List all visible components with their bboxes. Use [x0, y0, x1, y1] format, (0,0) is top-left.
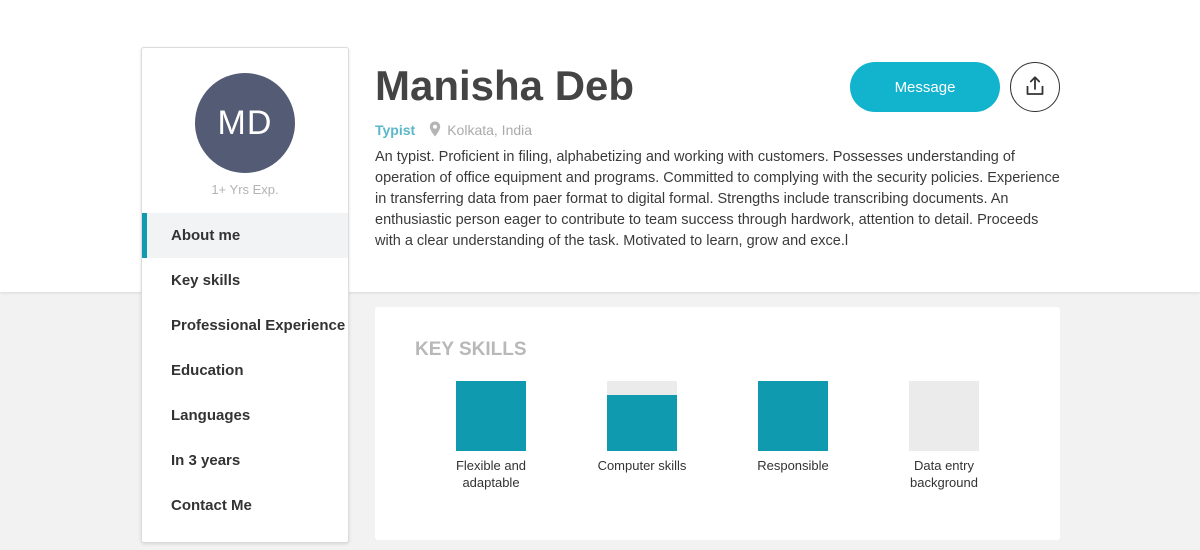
- profile-role: Typist: [375, 122, 416, 138]
- message-button[interactable]: Message: [850, 62, 1000, 112]
- experience-label: 1+ Yrs Exp.: [211, 182, 279, 197]
- sidebar-item-education[interactable]: Education: [142, 348, 348, 393]
- skill-label: Flexible and adaptable: [455, 458, 527, 490]
- sidebar-item-label: Key skills: [171, 272, 241, 289]
- sidebar-item-label: Languages: [171, 407, 251, 424]
- profile-about-text: An typist. Proficient in filing, alphabe…: [375, 149, 1060, 249]
- sidebar-item-about-me[interactable]: About me: [142, 213, 348, 258]
- skill-level-meter: [909, 381, 979, 451]
- sidebar-item-in-3-years[interactable]: In 3 years: [142, 438, 348, 483]
- profile-sidebar: MD 1+ Yrs Exp. About me Key skills Profe…: [141, 47, 349, 543]
- sidebar-item-languages[interactable]: Languages: [142, 393, 348, 438]
- skill-item: Flexible and adaptable: [431, 381, 551, 491]
- skill-label: Computer skills: [597, 458, 687, 473]
- skill-item: Computer skills: [582, 381, 702, 474]
- skill-level-fill: [607, 395, 677, 451]
- skill-level-meter: [456, 381, 526, 451]
- avatar: MD: [195, 73, 295, 173]
- sidebar-item-label: Education: [171, 362, 244, 379]
- skill-item: Data entry background: [884, 381, 1004, 491]
- skill-label: Responsible: [757, 458, 829, 473]
- sidebar-item-label: About me: [171, 227, 241, 244]
- share-button[interactable]: [1010, 62, 1060, 112]
- sidebar-item-label: In 3 years: [171, 452, 241, 469]
- skill-level-meter: [607, 381, 677, 451]
- key-skills-title: KEY SKILLS: [415, 339, 527, 360]
- avatar-initials: MD: [217, 103, 273, 142]
- sidebar-nav: About me Key skills Professional Experie…: [142, 213, 348, 528]
- map-pin-icon: [429, 121, 441, 140]
- skill-level-meter: [758, 381, 828, 451]
- skill-level-fill: [456, 381, 526, 451]
- sidebar-item-label: Contact Me: [171, 497, 252, 514]
- skill-level-fill: [758, 381, 828, 451]
- sidebar-item-contact-me[interactable]: Contact Me: [142, 483, 348, 528]
- message-button-label: Message: [894, 78, 956, 96]
- share-upload-icon: [1024, 75, 1046, 100]
- profile-location: Kolkata, India: [447, 122, 533, 138]
- sidebar-item-professional-experience[interactable]: Professional Experience: [142, 303, 348, 348]
- key-skills-card: KEY SKILLS Flexible and adaptable Comput…: [375, 307, 1060, 540]
- skill-item: Responsible: [733, 381, 853, 474]
- profile-meta: Typist Kolkata, India: [375, 120, 532, 140]
- sidebar-item-label: Professional Experience: [171, 317, 346, 334]
- skill-label: Data entry background: [910, 458, 978, 490]
- profile-name: Manisha Deb: [375, 62, 635, 109]
- sidebar-item-key-skills[interactable]: Key skills: [142, 258, 348, 303]
